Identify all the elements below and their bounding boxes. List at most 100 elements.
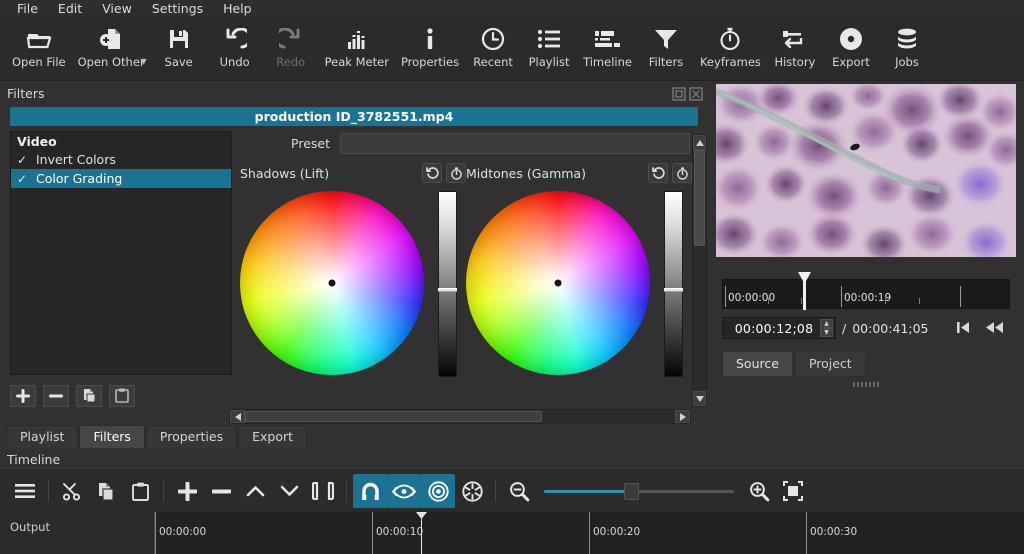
scroll-down-icon[interactable] [693, 391, 706, 406]
toolbar-export-label: Export [832, 55, 870, 69]
append-button[interactable] [170, 474, 204, 508]
zoom-out-button[interactable] [502, 474, 536, 508]
tab-filters[interactable]: Filters [79, 425, 144, 448]
timeline-playhead[interactable] [416, 512, 427, 554]
reset-midtones-icon[interactable] [648, 163, 668, 183]
reset-shadows-icon[interactable] [422, 163, 442, 183]
dock-resize-grip[interactable] [853, 382, 879, 387]
menu-help[interactable]: Help [214, 0, 261, 18]
toolbar-timeline[interactable]: Timeline [577, 19, 638, 69]
tab-playlist[interactable]: Playlist [6, 425, 78, 448]
menu-edit[interactable]: Edit [49, 0, 91, 18]
spinner-down-icon[interactable]: ▼ [820, 328, 833, 337]
hscroll-track[interactable] [245, 410, 675, 423]
toolbar-history[interactable]: History [767, 19, 823, 69]
zoom-slider-fill [544, 490, 632, 493]
player-playhead[interactable] [798, 272, 811, 310]
toolbar-playlist[interactable]: Playlist [521, 19, 577, 69]
toolbar-keyframes[interactable]: Keyframes [694, 19, 767, 69]
overwrite-button[interactable] [272, 474, 306, 508]
hscroll-thumb[interactable] [245, 411, 542, 422]
shadows-color-wheel[interactable] [240, 191, 424, 375]
menu-file[interactable]: File [8, 0, 47, 18]
cut-button[interactable] [55, 474, 89, 508]
filter-checkbox[interactable]: ✓ [17, 173, 28, 185]
export-disc-icon [839, 25, 863, 53]
menu-view[interactable]: View [93, 0, 141, 18]
timecode-spinner[interactable]: ▲ ▼ [820, 319, 833, 337]
toolbar-redo[interactable]: Redo [263, 19, 319, 69]
zoom-fit-button[interactable] [776, 474, 810, 508]
copy-button[interactable] [89, 474, 123, 508]
track-header-output[interactable]: Output [0, 512, 155, 554]
lift-button[interactable] [238, 474, 272, 508]
ripple-all-tracks-toggle[interactable] [455, 474, 489, 508]
midtones-wheel-handle[interactable] [555, 280, 562, 287]
toolbar-recent[interactable]: Recent [465, 19, 521, 69]
snap-toggle[interactable] [353, 474, 387, 508]
toolbar-undo[interactable]: Undo [207, 19, 263, 69]
stopwatch-icon [718, 25, 742, 53]
paste-filters-button[interactable] [109, 385, 135, 407]
ripple-toggle[interactable] [421, 474, 455, 508]
close-panel-icon[interactable] [689, 86, 703, 100]
zoom-slider-thumb[interactable] [624, 483, 639, 500]
timeline-zoom-slider[interactable] [544, 482, 734, 500]
add-filter-button[interactable] [10, 385, 36, 407]
remove-filter-button[interactable] [43, 385, 69, 407]
ripple-delete-button[interactable] [204, 474, 238, 508]
filter-list-wrap: Video ✓ Invert Colors ✓ Color Grading [0, 131, 232, 409]
list-icon [537, 25, 561, 53]
position-timecode-field[interactable]: 00:00:12;08 ▲ ▼ [722, 317, 836, 339]
ruler-label-0: 00:00:00 [159, 526, 206, 538]
paste-button[interactable] [123, 474, 157, 508]
scroll-up-icon[interactable] [693, 135, 706, 150]
split-button[interactable] [306, 474, 340, 508]
tab-export[interactable]: Export [238, 425, 307, 448]
filters-horizontal-scrollbar[interactable] [229, 409, 691, 424]
scroll-left-icon[interactable] [230, 410, 245, 423]
video-preview[interactable] [716, 84, 1016, 257]
scroll-right-icon[interactable] [675, 410, 690, 423]
toolbar-peak-meter[interactable]: Peak Meter [319, 19, 395, 69]
filter-list[interactable]: Video ✓ Invert Colors ✓ Color Grading [10, 131, 232, 375]
timeline-ruler[interactable]: 00:00:00 00:00:10 00:00:20 00:00:30 [155, 512, 1024, 554]
filter-row-color-grading[interactable]: ✓ Color Grading [11, 169, 231, 188]
shadows-luminance-handle[interactable] [438, 288, 457, 292]
spinner-up-icon[interactable]: ▲ [820, 319, 833, 328]
toolbar-open-file[interactable]: Open File [6, 19, 72, 69]
toolbar-properties[interactable]: Properties [395, 19, 465, 69]
copy-filters-button[interactable] [76, 385, 102, 407]
toolbar-open-other[interactable]: Open Other ▼ [72, 19, 151, 69]
menu-settings[interactable]: Settings [143, 0, 212, 18]
midtones-color-wheel[interactable] [466, 191, 650, 375]
vscroll-thumb[interactable] [694, 150, 705, 246]
player-scrub-ruler[interactable]: 00:00:00 00:00:19 [722, 279, 1010, 309]
toolbar-filters[interactable]: Filters [638, 19, 694, 69]
midtones-luminance-slider[interactable] [664, 191, 683, 377]
preset-combo[interactable] [340, 133, 690, 154]
midtones-luminance-handle[interactable] [664, 288, 683, 292]
float-panel-icon[interactable] [672, 86, 686, 100]
tab-properties[interactable]: Properties [146, 425, 237, 448]
zoom-in-button[interactable] [742, 474, 776, 508]
toolbar-jobs[interactable]: Jobs [879, 19, 935, 69]
toolbar-save[interactable]: Save [151, 19, 207, 69]
skip-start-icon[interactable] [956, 319, 970, 338]
filter-row-invert-colors[interactable]: ✓ Invert Colors [11, 150, 231, 169]
toolbar-properties-label: Properties [401, 55, 459, 69]
rewind-icon[interactable] [986, 319, 1004, 338]
keyframe-midtones-stopwatch-icon[interactable] [672, 163, 692, 183]
vscroll-track[interactable] [693, 150, 706, 391]
chevron-down-icon[interactable]: ▼ [141, 57, 147, 66]
toolbar-export[interactable]: Export [823, 19, 879, 69]
scrub-while-dragging-toggle[interactable] [387, 474, 421, 508]
shadows-wheel-handle[interactable] [329, 280, 336, 287]
player-tab-source[interactable]: Source [722, 351, 793, 377]
filters-vertical-scrollbar[interactable] [692, 134, 707, 407]
shadows-luminance-slider[interactable] [438, 191, 457, 377]
player-tab-project[interactable]: Project [795, 351, 866, 377]
keyframe-shadows-stopwatch-icon[interactable] [446, 163, 466, 183]
filter-checkbox[interactable]: ✓ [17, 154, 28, 166]
timeline-menu-button[interactable] [8, 474, 42, 508]
